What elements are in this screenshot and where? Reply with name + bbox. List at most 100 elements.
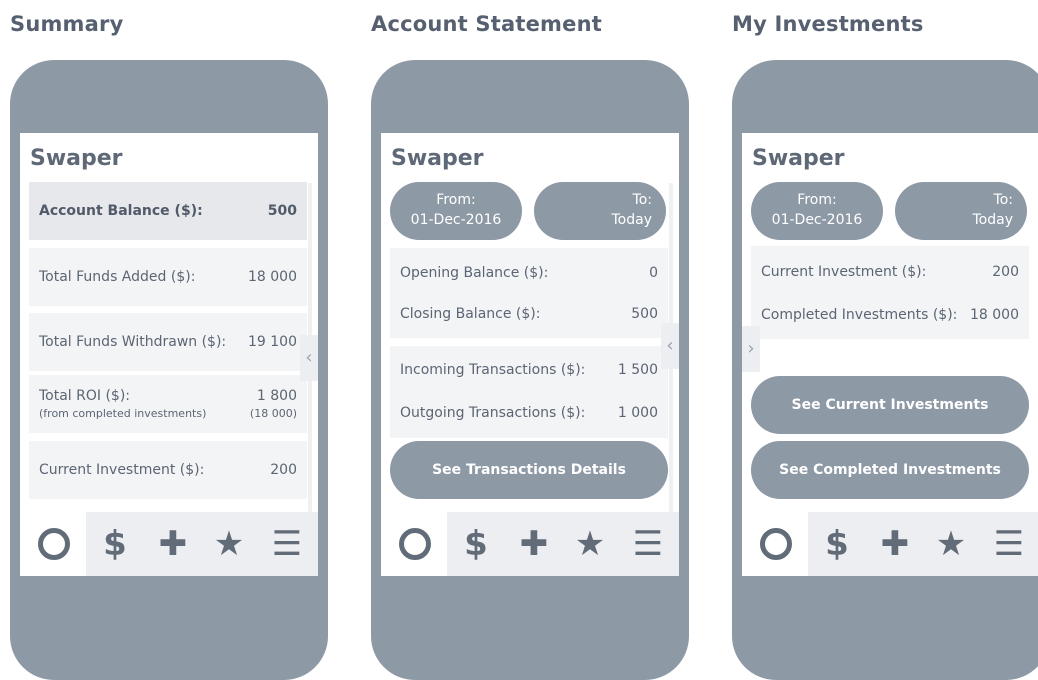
to-date-button[interactable]: To: Today [534,182,666,240]
to-label: To: [632,192,652,208]
nav-plus[interactable]: ✚ [144,512,202,576]
current-investment-label: Current Investment ($): [39,462,205,478]
investments-group: Current Investment ($): 200 Completed In… [751,246,1029,339]
nav-star[interactable]: ★ [922,512,980,576]
from-value: 01-Dec-2016 [410,212,502,228]
total-roi-row: Total ROI ($): (from completed investmen… [29,375,307,433]
star-icon: ★ [935,524,967,564]
chevron-left-icon: ‹ [305,347,313,368]
investments-title: My Investments [732,12,924,36]
summary-screen: Swaper Account Balance ($): 500 Total Fu… [20,133,318,576]
star-icon: ★ [213,524,245,564]
total-roi-subvalue: (18 000) [249,407,297,420]
plus-icon: ✚ [158,524,188,564]
current-investment-row: Current Investment ($): 200 [761,264,1019,280]
completed-investments-label: Completed Investments ($): [761,307,958,323]
statement-screen: Swaper From: 01-Dec-2016 To: Today Openi… [381,133,679,576]
chevron-right-icon: › [747,338,755,359]
funds-withdrawn-value: 19 100 [248,334,297,350]
nav-star[interactable]: ★ [561,512,619,576]
collapse-handle[interactable]: ‹ [661,323,679,369]
total-roi-value: 1 800 [256,388,297,404]
star-icon: ★ [574,524,606,564]
outgoing-transactions-value: 1 000 [617,405,658,421]
expand-handle[interactable]: › [742,326,760,372]
nav-home[interactable] [381,512,447,576]
bottom-nav: $ ✚ ★ ☰ [381,512,679,576]
to-value: Today [972,212,1014,228]
chevron-left-icon: ‹ [666,335,674,356]
bottom-nav: $ ✚ ★ ☰ [20,512,318,576]
outgoing-transactions-row: Outgoing Transactions ($): 1 000 [400,405,658,421]
opening-balance-value: 0 [649,265,658,281]
funds-added-row: Total Funds Added ($): 18 000 [29,248,307,306]
nav-menu[interactable]: ☰ [258,512,316,576]
nav-home[interactable] [20,512,86,576]
balances-group: Opening Balance ($): 0 Closing Balance (… [390,248,668,338]
circle-icon [399,528,431,560]
brand-logo: Swaper [752,146,845,171]
nav-dollar[interactable]: $ [86,512,144,576]
nav-menu[interactable]: ☰ [980,512,1038,576]
nav-plus[interactable]: ✚ [866,512,924,576]
to-value: Today [611,212,653,228]
from-label: From: [436,192,476,208]
dollar-icon: $ [464,524,488,564]
from-label: From: [797,192,837,208]
summary-title: Summary [10,12,124,36]
dollar-icon: $ [103,524,127,564]
funds-withdrawn-row: Total Funds Withdrawn ($): 19 100 [29,313,307,371]
dollar-icon: $ [825,524,849,564]
funds-added-label: Total Funds Added ($): [39,269,196,285]
closing-balance-value: 500 [631,306,658,322]
from-value: 01-Dec-2016 [771,212,863,228]
transactions-group: Incoming Transactions ($): 1 500 Outgoin… [390,346,668,438]
nav-plus[interactable]: ✚ [505,512,563,576]
circle-icon [760,528,792,560]
bottom-nav: $ ✚ ★ ☰ [742,512,1038,576]
closing-balance-label: Closing Balance ($): [400,306,541,322]
account-balance-label: Account Balance ($): [39,203,203,219]
incoming-transactions-label: Incoming Transactions ($): [400,362,586,378]
see-current-investments-button[interactable]: See Current Investments [751,376,1029,434]
brand-logo: Swaper [30,146,123,171]
closing-balance-row: Closing Balance ($): 500 [400,306,658,322]
nav-star[interactable]: ★ [200,512,258,576]
to-date-button[interactable]: To: Today [895,182,1027,240]
from-date-button[interactable]: From: 01-Dec-2016 [751,182,883,240]
account-balance-row: Account Balance ($): 500 [29,182,307,240]
nav-dollar[interactable]: $ [447,512,505,576]
incoming-transactions-value: 1 500 [617,362,658,378]
outgoing-transactions-label: Outgoing Transactions ($): [400,405,586,421]
to-label: To: [993,192,1013,208]
total-roi-sublabel: (from completed investments) [39,407,207,420]
completed-investments-value: 18 000 [970,307,1019,323]
current-investment-row: Current Investment ($): 200 [29,441,307,499]
completed-investments-row: Completed Investments ($): 18 000 [761,307,1019,323]
current-investment-label: Current Investment ($): [761,264,927,280]
opening-balance-label: Opening Balance ($): [400,265,549,281]
current-investment-value: 200 [992,264,1019,280]
incoming-transactions-row: Incoming Transactions ($): 1 500 [400,362,658,378]
funds-withdrawn-label: Total Funds Withdrawn ($): [39,334,227,350]
plus-icon: ✚ [880,524,910,564]
see-completed-investments-button[interactable]: See Completed Investments [751,441,1029,499]
total-roi-label: Total ROI ($): [39,388,131,404]
nav-menu[interactable]: ☰ [619,512,677,576]
circle-icon [38,528,70,560]
investments-phone: Swaper From: 01-Dec-2016 To: Today Curre… [732,60,1038,680]
nav-dollar[interactable]: $ [808,512,866,576]
see-transactions-details-button[interactable]: See Transactions Details [390,441,668,499]
menu-icon: ☰ [271,524,303,564]
brand-logo: Swaper [391,146,484,171]
collapse-handle[interactable]: ‹ [300,335,318,381]
funds-added-value: 18 000 [248,269,297,285]
nav-home[interactable] [742,512,808,576]
from-date-button[interactable]: From: 01-Dec-2016 [390,182,522,240]
statement-phone: Swaper From: 01-Dec-2016 To: Today Openi… [371,60,689,680]
opening-balance-row: Opening Balance ($): 0 [400,265,658,281]
menu-icon: ☰ [993,524,1025,564]
account-balance-value: 500 [267,203,297,219]
summary-phone: Swaper Account Balance ($): 500 Total Fu… [10,60,328,680]
statement-title: Account Statement [371,12,602,36]
